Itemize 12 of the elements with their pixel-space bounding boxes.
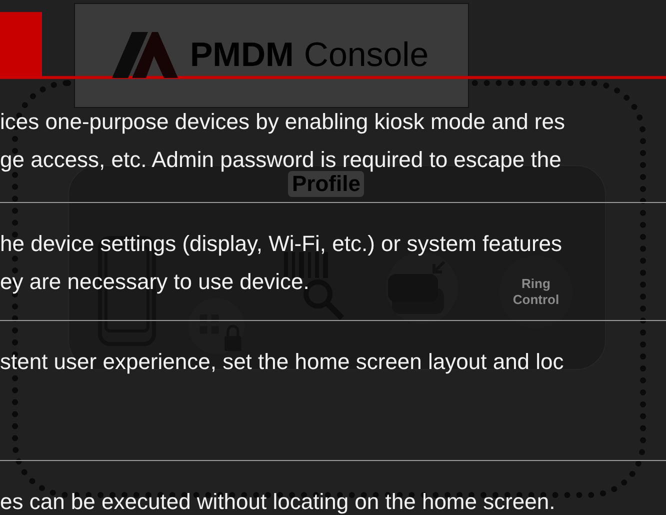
logo-icon: [112, 32, 178, 78]
accent-block: [0, 12, 42, 78]
description-text: stent user experience, set the home screen layout and loc: [0, 349, 564, 375]
description-text: ge access, etc. Admin password is required to escape the: [0, 147, 562, 173]
logo-brand: PMDM: [190, 38, 294, 72]
ring-label: Ring Control: [512, 276, 560, 308]
description-text: ey are necessary to use device.: [0, 269, 310, 295]
description-text: es can be executed without locating on the home screen.: [0, 489, 556, 515]
description-text: he device settings (display, Wi-Fi, etc.) or system features: [0, 231, 562, 257]
description-text: ices one-purpose devices by enabling kiosk mode and res: [0, 109, 565, 135]
logo-product: Console: [304, 38, 429, 72]
card-title: Profile: [288, 171, 364, 197]
